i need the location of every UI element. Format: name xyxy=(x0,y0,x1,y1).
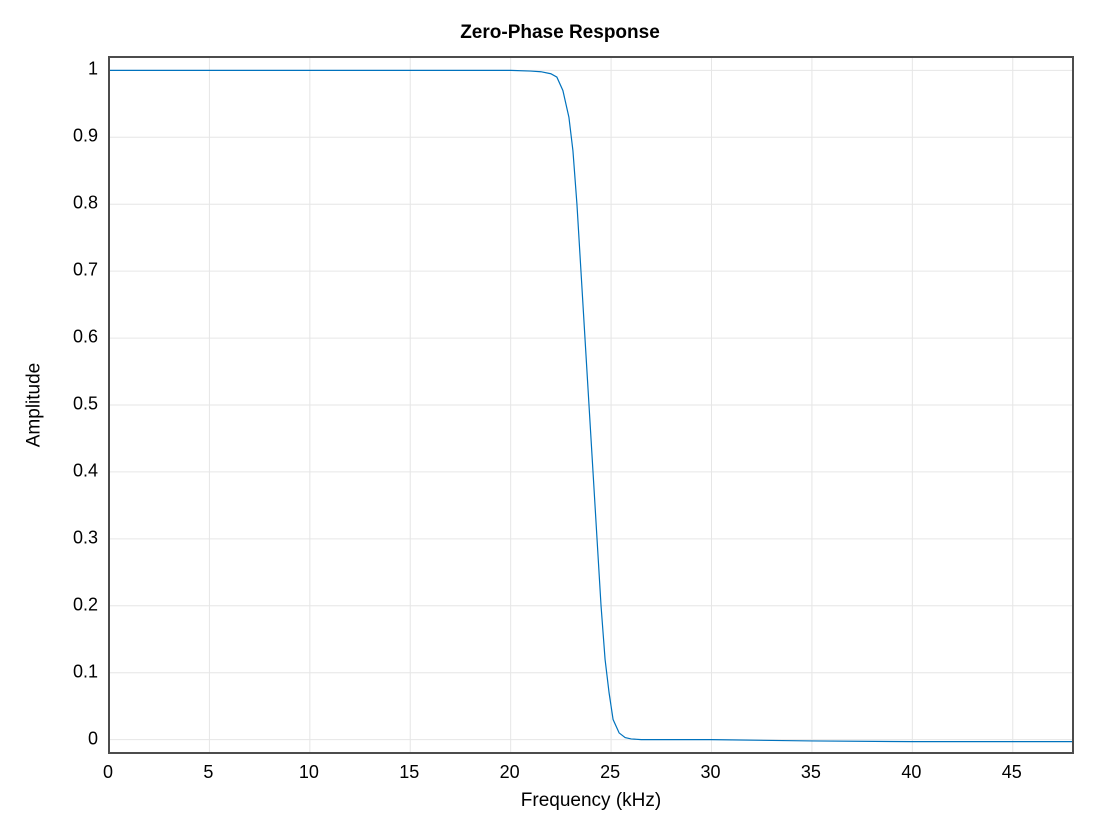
y-tick: 1 xyxy=(88,59,98,80)
y-tick: 0.5 xyxy=(73,394,98,415)
plot-axes xyxy=(108,56,1074,754)
figure: Zero-Phase Response Amplitude Frequency … xyxy=(0,0,1120,840)
x-tick: 5 xyxy=(203,762,213,783)
y-tick: 0.6 xyxy=(73,327,98,348)
y-tick: 0.2 xyxy=(73,594,98,615)
y-tick: 0.3 xyxy=(73,527,98,548)
x-tick: 35 xyxy=(801,762,821,783)
x-tick: 45 xyxy=(1002,762,1022,783)
y-tick: 0 xyxy=(88,728,98,749)
gridlines xyxy=(109,57,1073,753)
x-tick: 0 xyxy=(103,762,113,783)
x-tick: 40 xyxy=(901,762,921,783)
y-tick: 0.1 xyxy=(73,661,98,682)
y-tick: 0.8 xyxy=(73,193,98,214)
x-axis-label: Frequency (kHz) xyxy=(108,790,1074,812)
y-tick: 0.4 xyxy=(73,460,98,481)
x-tick: 10 xyxy=(299,762,319,783)
plot-svg xyxy=(109,57,1073,753)
x-tick: 20 xyxy=(500,762,520,783)
y-axis-label: Amplitude xyxy=(22,56,46,754)
x-tick: 15 xyxy=(399,762,419,783)
y-tick: 0.9 xyxy=(73,126,98,147)
y-tick: 0.7 xyxy=(73,260,98,281)
chart-title: Zero-Phase Response xyxy=(0,22,1120,44)
x-tick: 30 xyxy=(700,762,720,783)
x-tick: 25 xyxy=(600,762,620,783)
line-series xyxy=(109,70,1073,741)
